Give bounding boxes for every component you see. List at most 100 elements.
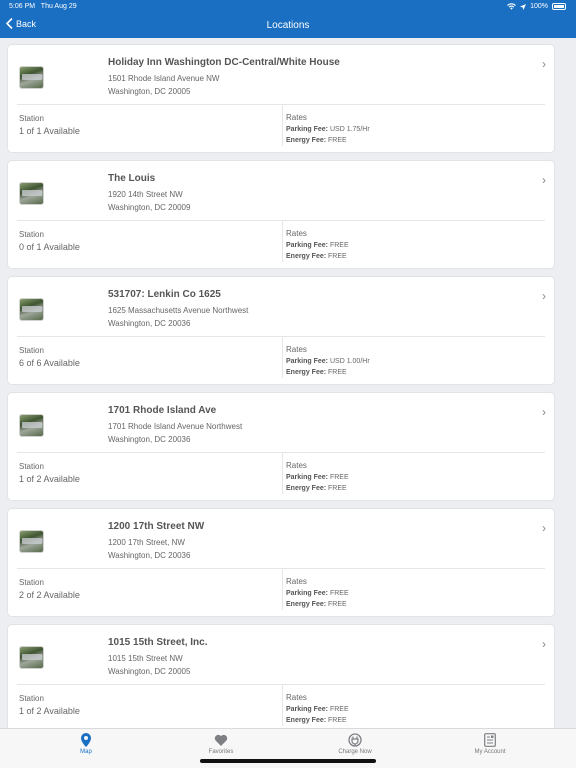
address-line-2: Washington, DC 20036 [108,435,191,444]
tab-favorites-label: Favorites [208,749,234,755]
parking-fee-row: Parking Fee: FREE [286,588,349,599]
status-right: 100% [507,3,566,10]
energy-fee-value: FREE [328,485,347,492]
address-line-1: 1625 Massachusetts Avenue Northwest [108,306,249,315]
address-line-2: Washington, DC 20036 [108,551,191,560]
parking-fee-row: Parking Fee: FREE [286,704,349,715]
tab-map[interactable]: Map [46,733,126,755]
energy-fee-row: Energy Fee: FREE [286,715,349,726]
address-line-2: Washington, DC 20036 [108,319,191,328]
rates-label: Rates [286,113,307,122]
divider [17,104,545,105]
tab-charge-now[interactable]: Charge Now [315,733,395,755]
energy-fee-row: Energy Fee: FREE [286,367,370,378]
tab-my-account[interactable]: My Account [450,733,530,755]
location-card[interactable]: 531707: Lenkin Co 1625 1625 Massachusett… [7,276,555,385]
energy-fee-label: Energy Fee: [286,717,327,724]
chevron-right-icon[interactable]: › [542,57,546,71]
station-availability: 0 of 1 Available [19,242,80,252]
tab-map-label: Map [80,749,92,755]
parking-fee-row: Parking Fee: USD 1.75/Hr [286,124,370,135]
address-line-2: Washington, DC 20005 [108,87,191,96]
divider [17,220,545,221]
heart-icon [214,734,228,746]
chevron-right-icon[interactable]: › [542,637,546,651]
address-line-1: 1015 15th Street NW [108,654,183,663]
chevron-right-icon[interactable]: › [542,173,546,187]
location-address: 1015 15th Street NW Washington, DC 20005 [108,652,190,678]
location-card[interactable]: 1701 Rhode Island Ave 1701 Rhode Island … [7,392,555,501]
station-availability: 1 of 2 Available [19,474,80,484]
divider [17,568,545,569]
rates-label: Rates [286,461,307,470]
status-time: 5:06 PM Thu Aug 29 [9,3,77,10]
divider [17,336,545,337]
station-availability: 1 of 1 Available [19,126,80,136]
energy-fee-row: Energy Fee: FREE [286,135,370,146]
location-thumbnail [19,530,44,553]
station-label: Station [19,462,44,471]
location-address: 1701 Rhode Island Avenue Northwest Washi… [108,420,242,446]
location-name: 531707: Lenkin Co 1625 [108,289,221,300]
divider-vertical [282,569,283,610]
energy-fee-value: FREE [328,369,347,376]
parking-fee-value: FREE [329,706,349,713]
location-card[interactable]: The Louis 1920 14th Street NW Washington… [7,160,555,269]
location-thumbnail [19,66,44,89]
energy-fee-value: FREE [328,717,347,724]
tab-favorites[interactable]: Favorites [181,733,261,755]
location-card[interactable]: Holiday Inn Washington DC-Central/White … [7,44,555,153]
parking-fee-label: Parking Fee: [286,706,329,713]
chevron-right-icon[interactable]: › [542,521,546,535]
rates-label: Rates [286,577,307,586]
energy-fee-label: Energy Fee: [286,137,327,144]
rates-info: Rates Parking Fee: USD 1.75/Hr Energy Fe… [286,112,370,146]
energy-fee-value: FREE [328,137,347,144]
location-thumbnail [19,182,44,205]
tab-charge-now-label: Charge Now [338,749,372,755]
tab-my-account-label: My Account [474,749,506,755]
location-thumbnail [19,414,44,437]
rates-label: Rates [286,693,307,702]
charge-plug-icon [348,733,362,747]
rates-info: Rates Parking Fee: FREE Energy Fee: FREE [286,576,349,610]
station-info: Station 6 of 6 Available [19,344,80,370]
parking-fee-label: Parking Fee: [286,474,329,481]
station-label: Station [19,578,44,587]
location-name: 1701 Rhode Island Ave [108,405,217,416]
chevron-right-icon[interactable]: › [542,289,546,303]
address-line-1: 1200 17th Street, NW [108,538,185,547]
location-card[interactable]: 1015 15th Street, Inc. 1015 15th Street … [7,624,555,728]
parking-fee-label: Parking Fee: [286,358,329,365]
location-thumbnail [19,646,44,669]
station-info: Station 0 of 1 Available [19,228,80,254]
parking-fee-value: FREE [329,474,349,481]
station-label: Station [19,230,44,239]
station-info: Station 1 of 1 Available [19,112,80,138]
location-address: 1200 17th Street, NW Washington, DC 2003… [108,536,190,562]
parking-fee-label: Parking Fee: [286,126,329,133]
station-info: Station 1 of 2 Available [19,460,80,486]
parking-fee-value: FREE [329,590,349,597]
location-arrow-icon [520,3,527,10]
address-line-2: Washington, DC 20009 [108,203,191,212]
divider-vertical [282,105,283,146]
station-availability: 2 of 2 Available [19,590,80,600]
energy-fee-label: Energy Fee: [286,253,327,260]
rates-info: Rates Parking Fee: FREE Energy Fee: FREE [286,460,349,494]
station-info: Station 2 of 2 Available [19,576,80,602]
rates-label: Rates [286,229,307,238]
location-name: 1015 15th Street, Inc. [108,637,208,648]
rates-info: Rates Parking Fee: USD 1.00/Hr Energy Fe… [286,344,370,378]
station-availability: 1 of 2 Available [19,706,80,716]
station-info: Station 1 of 2 Available [19,692,80,718]
divider [17,452,545,453]
parking-fee-row: Parking Fee: USD 1.00/Hr [286,356,370,367]
battery-percent: 100% [530,3,548,10]
locations-list[interactable]: Holiday Inn Washington DC-Central/White … [0,38,576,728]
energy-fee-label: Energy Fee: [286,369,327,376]
wifi-icon [507,3,516,10]
location-card[interactable]: 1200 17th Street NW 1200 17th Street, NW… [7,508,555,617]
chevron-right-icon[interactable]: › [542,405,546,419]
location-thumbnail [19,298,44,321]
